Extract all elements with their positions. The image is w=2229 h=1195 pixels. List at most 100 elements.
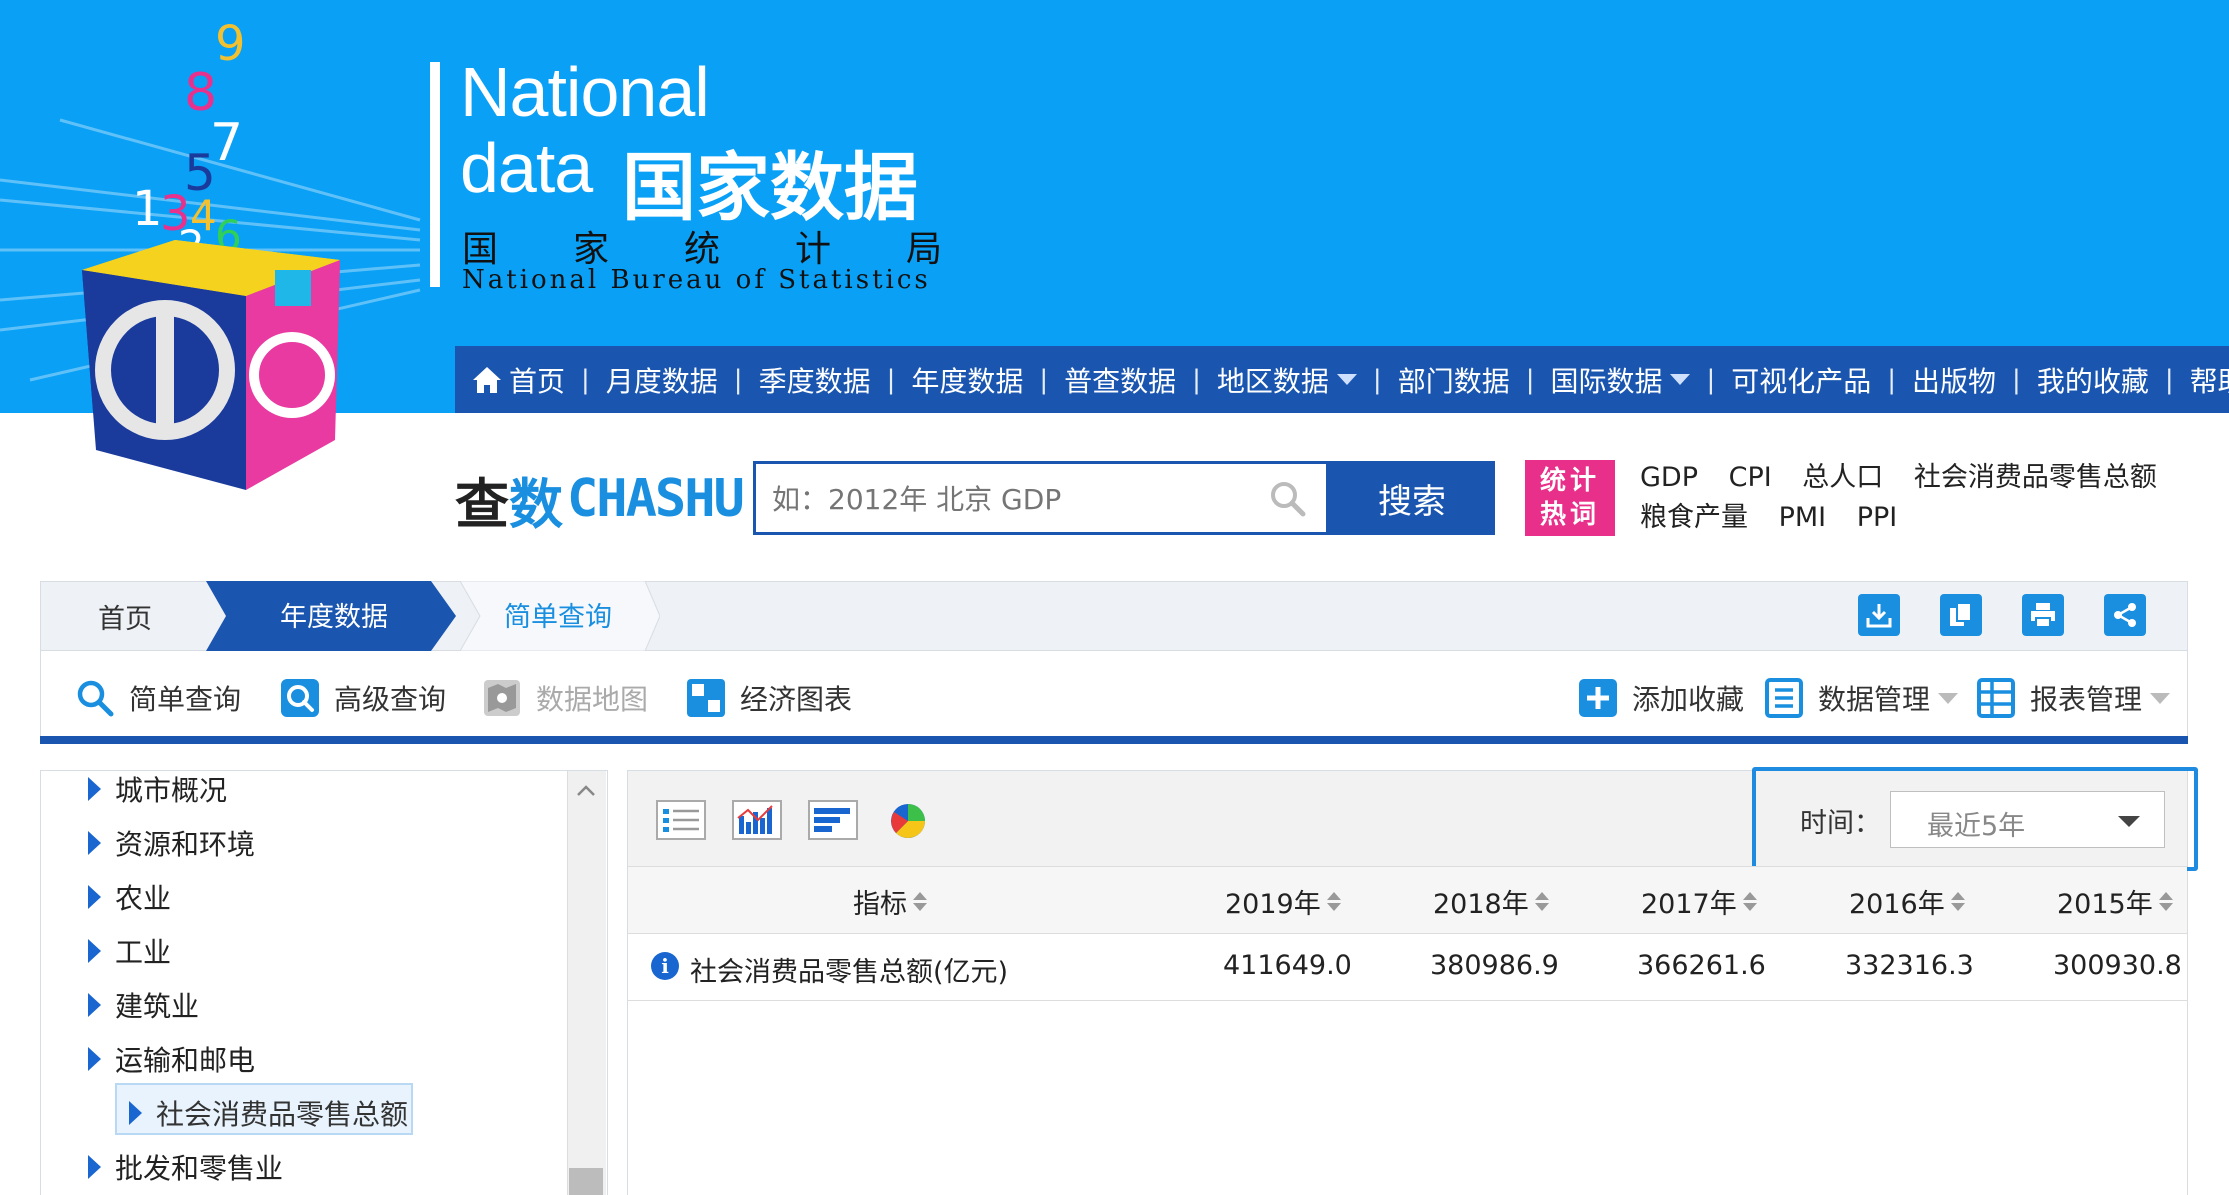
nav-label: 部门数据 (1397, 364, 1510, 398)
caret-right-icon (88, 831, 101, 855)
hot-word[interactable]: CPI (1729, 462, 1772, 493)
nav-regional[interactable]: 地区数据 (1201, 360, 1373, 400)
tree-item[interactable]: 资源和环境 (88, 823, 255, 863)
breadcrumb-home[interactable]: 首页 (40, 581, 210, 651)
pie-chart-view-icon[interactable] (886, 800, 930, 840)
nav-publications[interactable]: 出版物 (1896, 360, 2012, 400)
table-icon (1976, 678, 2016, 718)
toolbar-label: 数据管理 (1818, 683, 1931, 716)
nav-label: 年度数据 (911, 364, 1024, 398)
print-icon[interactable] (2022, 594, 2064, 636)
column-header-year[interactable]: 2018年 (1433, 882, 1549, 921)
tree-item[interactable]: 批发和零售业 (88, 1147, 283, 1187)
data-map-button[interactable]: 数据地图 (482, 678, 648, 718)
tree-item[interactable]: 建筑业 (88, 985, 199, 1025)
hot-words: GDP CPI 总人口 社会消费品零售总额 粮食产量 PMI PPI (1640, 458, 2200, 538)
chevron-down-icon (1670, 374, 1691, 385)
caret-right-icon (88, 1047, 101, 1071)
nav-label: 帮助 (2189, 364, 2229, 398)
nav-annual[interactable]: 年度数据 (895, 360, 1039, 400)
sort-icon (2158, 892, 2173, 911)
tree-item[interactable]: 城市概况 (88, 769, 227, 809)
search-input[interactable] (770, 474, 1254, 524)
nav-departmental[interactable]: 部门数据 (1382, 360, 1526, 400)
breadcrumb-simple[interactable]: 简单查询 (460, 581, 660, 651)
toolbar-label: 高级查询 (334, 683, 447, 716)
nav-international[interactable]: 国际数据 (1534, 360, 1706, 400)
nav-separator: | (733, 364, 743, 395)
nav-label: 出版物 (1912, 364, 1997, 398)
scrollbar-thumb[interactable] (569, 1168, 603, 1195)
search-button[interactable]: 搜索 (1329, 461, 1495, 535)
time-label: 时间： (1800, 808, 1881, 839)
bar-chart-view-icon[interactable] (732, 800, 782, 840)
hot-word[interactable]: GDP (1640, 462, 1698, 493)
chart-grid-icon (686, 678, 726, 718)
tree-item-label: 运输和邮电 (115, 1044, 256, 1077)
hot-word[interactable]: 社会消费品零售总额 (1914, 462, 2157, 493)
nav-census[interactable]: 普查数据 (1048, 360, 1192, 400)
sort-icon (1534, 892, 1549, 911)
info-icon[interactable]: i (651, 952, 679, 980)
hot-words-badge: 统计 热词 (1525, 460, 1615, 536)
breadcrumb-annual[interactable]: 年度数据 (206, 581, 456, 651)
table-cell: 332316.3 (1845, 950, 1974, 981)
tree-item-label: 社会消费品零售总额 (156, 1098, 409, 1131)
caret-right-icon (129, 1101, 142, 1125)
nav-label: 首页 (509, 364, 566, 398)
data-manage-button[interactable]: 数据管理 (1764, 678, 1959, 718)
column-header-year[interactable]: 2016年 (1849, 882, 1965, 921)
horizontal-bar-view-icon[interactable] (808, 800, 858, 840)
report-manage-button[interactable]: 报表管理 (1976, 678, 2171, 718)
caret-right-icon (88, 993, 101, 1017)
nav-help[interactable]: 帮助 (2174, 360, 2229, 400)
nav-separator: | (1039, 364, 1049, 395)
nav-monthly[interactable]: 月度数据 (590, 360, 734, 400)
row-indicator: 社会消费品零售总额(亿元) (690, 957, 1009, 988)
hot-word[interactable]: PPI (1857, 502, 1898, 533)
copy-icon[interactable] (1940, 594, 1982, 636)
econ-chart-button[interactable]: 经济图表 (686, 678, 852, 718)
nav-favorites[interactable]: 我的收藏 (2021, 360, 2165, 400)
tree-item-selected[interactable]: 社会消费品零售总额 (91, 1093, 408, 1133)
column-header-indicator[interactable]: 指标 (853, 882, 927, 921)
chashu-logo-en: CHASHU (567, 469, 745, 529)
simple-query-button[interactable]: 简单查询 (75, 678, 241, 718)
nav-quarterly[interactable]: 季度数据 (743, 360, 887, 400)
header-label: 2016年 (1849, 889, 1945, 920)
logo-cube-lower (82, 240, 340, 490)
nav-separator: | (1525, 364, 1535, 395)
hot-word[interactable]: 粮食产量 (1640, 502, 1748, 533)
nav-home[interactable]: 首页 (455, 360, 581, 400)
nav-separator: | (1706, 364, 1716, 395)
nav-label: 月度数据 (605, 364, 718, 398)
table-cell: 366261.6 (1637, 950, 1766, 981)
column-header-year[interactable]: 2015年 (2057, 882, 2173, 921)
tree-item[interactable]: 工业 (88, 931, 171, 971)
sidebar-scrollbar[interactable] (567, 771, 606, 1195)
home-icon (473, 366, 501, 393)
scroll-up-icon[interactable] (567, 771, 605, 811)
nav-separator: | (581, 364, 590, 395)
sort-icon (913, 892, 927, 911)
column-header-year[interactable]: 2019年 (1225, 882, 1341, 921)
table-view-icon[interactable] (656, 800, 706, 840)
hot-word[interactable]: PMI (1779, 502, 1827, 533)
nav-visualization[interactable]: 可视化产品 (1715, 360, 1887, 400)
share-icon[interactable] (2104, 594, 2146, 636)
add-favorite-button[interactable]: 添加收藏 (1578, 678, 1744, 718)
plus-icon (1578, 678, 1618, 718)
hot-word[interactable]: 总人口 (1802, 462, 1883, 493)
search-icon[interactable] (1268, 479, 1308, 519)
nav-label: 季度数据 (758, 364, 871, 398)
toolbar-divider (40, 736, 2188, 744)
tree-item[interactable]: 运输和邮电 (88, 1039, 255, 1079)
toolbar-label: 经济图表 (740, 683, 853, 716)
page-tools (1858, 594, 2146, 636)
download-icon[interactable] (1858, 594, 1900, 636)
list-icon (1764, 678, 1804, 718)
tree-item[interactable]: 农业 (88, 877, 171, 917)
time-range-select[interactable]: 最近5年 (1890, 791, 2165, 848)
column-header-year[interactable]: 2017年 (1641, 882, 1757, 921)
advanced-query-button[interactable]: 高级查询 (280, 678, 446, 718)
